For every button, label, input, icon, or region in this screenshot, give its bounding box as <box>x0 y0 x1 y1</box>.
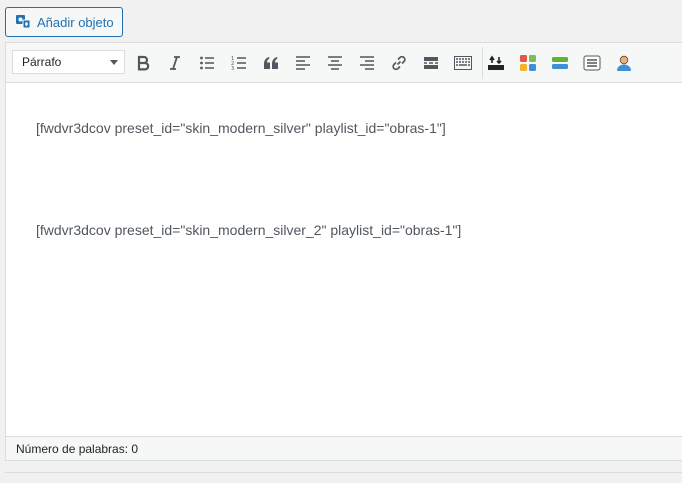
chevron-down-icon <box>110 60 118 65</box>
format-select[interactable]: Párrafo <box>12 50 125 74</box>
upload-icon <box>487 55 505 71</box>
align-right-icon <box>359 56 375 70</box>
add-media-label: Añadir objeto <box>37 14 114 30</box>
numbered-list-icon: 123 <box>231 55 247 71</box>
editor-content[interactable]: [fwdvr3dcov preset_id="skin_modern_silve… <box>6 84 682 436</box>
svg-text:3: 3 <box>231 66 234 71</box>
align-right-button[interactable] <box>353 49 381 77</box>
plugin-bars-button[interactable] <box>546 49 574 77</box>
add-media-icon <box>15 13 31 32</box>
keyboard-icon <box>454 56 472 70</box>
bulleted-list-button[interactable] <box>193 49 221 77</box>
bold-button[interactable] <box>129 49 157 77</box>
plugin-upload-button[interactable] <box>482 49 510 77</box>
bold-icon <box>136 55 150 71</box>
read-more-button[interactable] <box>417 49 445 77</box>
plugin-list-button[interactable] <box>578 49 606 77</box>
user-icon <box>615 54 633 72</box>
italic-icon <box>168 55 182 71</box>
list-box-icon <box>583 55 601 71</box>
shortcode-line: [fwdvr3dcov preset_id="skin_modern_silve… <box>36 120 446 136</box>
editor-toolbar: Párrafo 123 <box>6 43 682 83</box>
align-left-button[interactable] <box>289 49 317 77</box>
status-bar: Número de palabras: 0 <box>6 436 682 460</box>
link-icon <box>390 54 408 72</box>
add-media-button[interactable]: Añadir objeto <box>5 7 123 37</box>
insert-link-button[interactable] <box>385 49 413 77</box>
numbered-list-button[interactable]: 123 <box>225 49 253 77</box>
bulleted-list-icon <box>199 55 215 71</box>
blockquote-button[interactable] <box>257 49 285 77</box>
align-left-icon <box>295 56 311 70</box>
colored-grid-icon <box>519 54 537 72</box>
toolbar-toggle-button[interactable] <box>449 49 477 77</box>
quote-icon <box>263 56 279 70</box>
italic-button[interactable] <box>161 49 189 77</box>
editor: Párrafo 123 [fwdvr3dcov preset_id="skin_… <box>5 42 682 461</box>
divider <box>5 472 682 473</box>
align-center-button[interactable] <box>321 49 349 77</box>
word-count: Número de palabras: 0 <box>16 441 139 456</box>
format-select-value: Párrafo <box>22 55 62 69</box>
shortcode-line: [fwdvr3dcov preset_id="skin_modern_silve… <box>36 222 462 238</box>
plugin-user-button[interactable] <box>610 49 638 77</box>
read-more-icon <box>423 56 439 70</box>
green-bars-icon <box>551 56 569 70</box>
align-center-icon <box>327 56 343 70</box>
plugin-grid-button[interactable] <box>514 49 542 77</box>
